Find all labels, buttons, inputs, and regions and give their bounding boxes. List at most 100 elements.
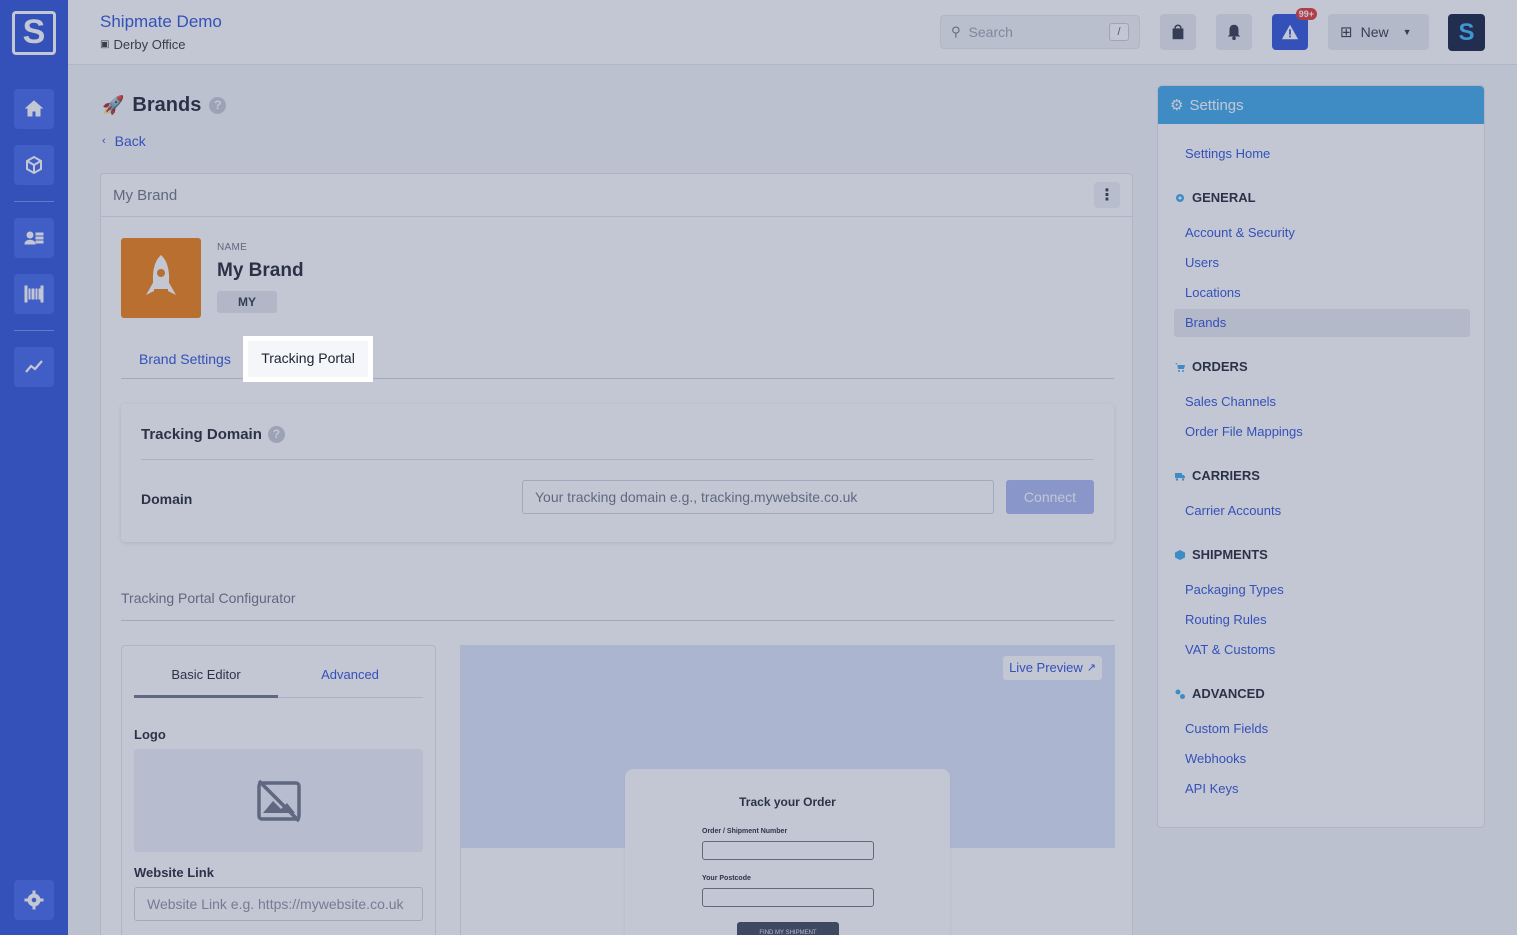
rocket-icon: 🚀 (102, 95, 125, 115)
app-logo[interactable]: S (12, 11, 56, 55)
divider (121, 620, 1114, 621)
settings-link-account-security[interactable]: Account & Security (1185, 225, 1295, 240)
tracking-domain-heading: Tracking Domain ? (141, 426, 285, 443)
shipments-nav-button[interactable] (14, 145, 54, 185)
bag-icon (1172, 24, 1184, 40)
logo-upload[interactable] (134, 749, 423, 852)
search-placeholder: Search (968, 24, 1013, 40)
reports-nav-button[interactable] (14, 347, 54, 387)
top-bar: Shipmate Demo ▣ Derby Office ⚲ Search / … (68, 0, 1517, 65)
settings-link-packaging-types[interactable]: Packaging Types (1185, 582, 1284, 597)
settings-link-vat-customs[interactable]: VAT & Customs (1185, 642, 1275, 657)
settings-link-carrier-accounts[interactable]: Carrier Accounts (1185, 503, 1281, 518)
cart-icon (1175, 362, 1185, 372)
settings-home-link[interactable]: Settings Home (1185, 146, 1270, 161)
gear-icon: ⚙ (1170, 97, 1184, 114)
settings-link-sales-channels[interactable]: Sales Channels (1185, 394, 1276, 409)
website-link-label: Website Link (134, 865, 214, 880)
brand-logo[interactable] (121, 238, 201, 318)
home-nav-button[interactable] (14, 89, 54, 129)
domain-label: Domain (141, 491, 193, 507)
divider (141, 459, 1094, 460)
settings-link-order-file-mappings[interactable]: Order File Mappings (1185, 424, 1303, 439)
tab-brand-settings[interactable]: Brand Settings (121, 337, 249, 379)
settings-link-locations[interactable]: Locations (1185, 285, 1241, 300)
settings-link-routing-rules[interactable]: Routing Rules (1185, 612, 1267, 627)
section-general: GENERAL (1174, 190, 1256, 205)
caret-down-icon: ▼ (1402, 27, 1412, 37)
warning-icon (1281, 24, 1299, 40)
track-order-title: Track your Order (739, 795, 836, 809)
settings-nav-button[interactable] (14, 880, 54, 920)
live-preview-button[interactable]: Live Preview ↗ (1003, 656, 1102, 680)
portal-preview: Live Preview ↗ Track your Order Order / … (460, 645, 1115, 935)
section-orders-title: ORDERS (1192, 359, 1248, 374)
brand-card: My Brand ⋮ NAME My Brand MY Brand Settin… (100, 173, 1133, 935)
org-location-label: Derby Office (113, 37, 186, 52)
tour-spotlight: Tracking Portal (243, 336, 373, 382)
contacts-nav-button[interactable] (14, 218, 54, 258)
settings-link-webhooks[interactable]: Webhooks (1185, 751, 1246, 766)
alerts-button[interactable]: 99+ (1272, 8, 1317, 50)
section-shipments-title: SHIPMENTS (1192, 547, 1268, 562)
new-button[interactable]: ⊞ New ▼ (1328, 14, 1429, 50)
left-rail: S (0, 0, 68, 935)
settings-link-api-keys[interactable]: API Keys (1185, 781, 1238, 796)
search-shortcut-key: / (1109, 23, 1129, 41)
page-title: Brands (132, 94, 202, 116)
settings-link-brands[interactable]: Brands (1185, 315, 1226, 330)
plus-square-icon: ⊞ (1340, 24, 1353, 41)
brand-name: My Brand (217, 260, 304, 281)
kebab-menu-icon[interactable]: ⋮ (1094, 182, 1120, 208)
back-label: Back (114, 133, 146, 149)
track-order-form: Track your Order Order / Shipment Number… (625, 769, 950, 935)
domain-input[interactable]: Your tracking domain e.g., tracking.mywe… (522, 480, 994, 514)
settings-link-custom-fields[interactable]: Custom Fields (1185, 721, 1268, 736)
page-header: 🚀 Brands ? (102, 94, 227, 117)
barcode-icon (24, 285, 44, 303)
find-shipment-button[interactable]: FIND MY SHIPMENT (737, 922, 839, 935)
tracking-domain-title: Tracking Domain (141, 426, 262, 443)
settings-link-users[interactable]: Users (1185, 255, 1219, 270)
postcode-input[interactable] (702, 888, 874, 907)
editor-tabs: Basic Editor Advanced (134, 658, 423, 698)
tab-basic-editor[interactable]: Basic Editor (134, 658, 278, 698)
brand-card-title: My Brand (113, 186, 178, 204)
section-general-title: GENERAL (1192, 190, 1256, 205)
alert-count-badge: 99+ (1295, 8, 1317, 20)
pickup-button[interactable] (1160, 14, 1196, 50)
search-input[interactable]: ⚲ Search / (940, 15, 1140, 49)
gear-icon (1176, 193, 1184, 202)
notifications-button[interactable] (1216, 14, 1252, 50)
website-link-input[interactable]: Website Link e.g. https://mywebsite.co.u… (134, 887, 423, 921)
user-avatar[interactable]: S (1448, 14, 1485, 51)
org-name[interactable]: Shipmate Demo (100, 12, 222, 32)
postcode-label: Your Postcode (702, 875, 751, 882)
barcode-nav-button[interactable] (14, 274, 54, 314)
truck-icon (1175, 472, 1185, 481)
org-location[interactable]: ▣ Derby Office (100, 37, 185, 52)
bell-icon (1227, 24, 1241, 41)
connect-button[interactable]: Connect (1006, 480, 1094, 514)
help-icon[interactable]: ? (209, 97, 227, 114)
box-icon (1175, 549, 1185, 560)
rocket-icon (146, 255, 176, 295)
contacts-icon (24, 231, 44, 245)
section-orders: ORDERS (1174, 359, 1248, 374)
tab-advanced[interactable]: Advanced (278, 658, 422, 698)
back-link[interactable]: ‹ Back (102, 133, 146, 149)
box-icon (26, 155, 42, 175)
home-icon (24, 100, 44, 117)
section-carriers-title: CARRIERS (1192, 468, 1260, 483)
help-icon[interactable]: ? (267, 426, 285, 443)
section-advanced: ADVANCED (1174, 686, 1265, 701)
chart-icon (25, 360, 43, 373)
brand-card-header: My Brand ⋮ (101, 174, 1132, 217)
live-preview-label: Live Preview (1009, 660, 1083, 675)
tab-tracking-portal[interactable]: Tracking Portal (243, 350, 373, 366)
name-label: NAME (217, 242, 248, 253)
section-carriers: CARRIERS (1174, 468, 1260, 483)
section-advanced-title: ADVANCED (1192, 686, 1265, 701)
order-number-input[interactable] (702, 841, 874, 860)
chevron-left-icon: ‹ (102, 135, 106, 147)
